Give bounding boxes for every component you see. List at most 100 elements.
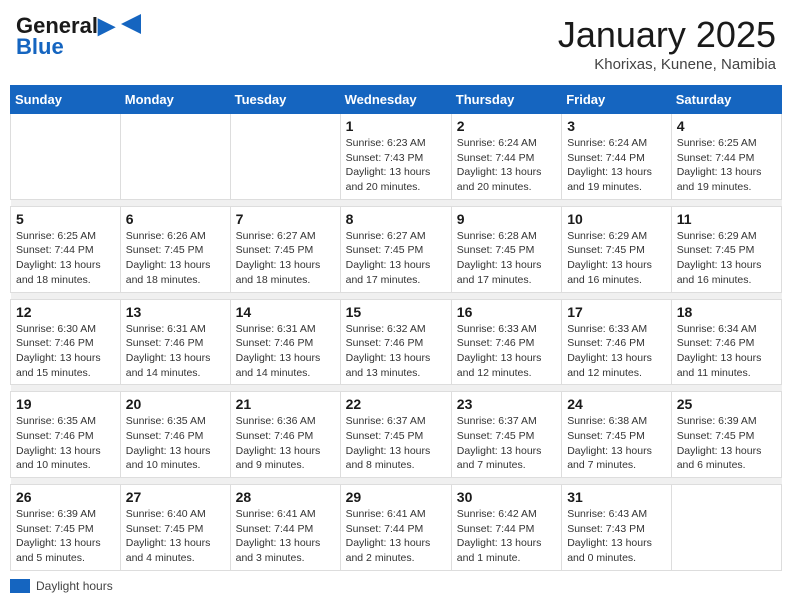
header-day-friday: Friday <box>562 86 672 114</box>
calendar-cell: 24 Sunrise: 6:38 AM Sunset: 7:45 PM Dayli… <box>562 392 672 478</box>
calendar-cell: 30Sunrise: 6:42 AM Sunset: 7:44 PM Dayli… <box>451 485 561 571</box>
calendar-cell: 28 Sunrise: 6:41 AM Sunset: 7:44 PM Dayli… <box>230 485 340 571</box>
day-info: Sunrise: 6:43 AM Sunset: 7:43 PM Dayligh… <box>567 507 666 566</box>
calendar-cell: 19Sunrise: 6:35 AM Sunset: 7:46 PM Dayli… <box>11 392 121 478</box>
day-number: 26 <box>16 489 115 505</box>
header-day-wednesday: Wednesday <box>340 86 451 114</box>
calendar-cell: 26 Sunrise: 6:39 AM Sunset: 7:45 PM Dayli… <box>11 485 121 571</box>
calendar-cell: 23 Sunrise: 6:37 AM Sunset: 7:45 PM Dayli… <box>451 392 561 478</box>
day-info: Sunrise: 6:31 AM Sunset: 7:46 PM Dayligh… <box>236 322 335 381</box>
day-number: 24 <box>567 396 666 412</box>
week-row-5: 26 Sunrise: 6:39 AM Sunset: 7:45 PM Dayli… <box>11 485 782 571</box>
calendar-cell: 29Sunrise: 6:41 AM Sunset: 7:44 PM Dayli… <box>340 485 451 571</box>
header-day-saturday: Saturday <box>671 86 781 114</box>
day-number: 23 <box>457 396 556 412</box>
logo: General▶ Blue <box>16 14 145 60</box>
day-info: Sunrise: 6:39 AM Sunset: 7:45 PM Dayligh… <box>16 507 115 566</box>
day-number: 17 <box>567 304 666 320</box>
week-spacer <box>11 199 782 206</box>
day-number: 9 <box>457 211 556 227</box>
day-info: Sunrise: 6:31 AM Sunset: 7:46 PM Dayligh… <box>126 322 225 381</box>
calendar-cell <box>671 485 781 571</box>
calendar-cell: 10 Sunrise: 6:29 AM Sunset: 7:45 PM Dayli… <box>562 206 672 292</box>
calendar-cell: 11 Sunrise: 6:29 AM Sunset: 7:45 PM Dayli… <box>671 206 781 292</box>
day-number: 10 <box>567 211 666 227</box>
calendar-subtitle: Khorixas, Kunene, Namibia <box>558 56 776 73</box>
day-number: 13 <box>126 304 225 320</box>
day-number: 14 <box>236 304 335 320</box>
calendar-cell: 4 Sunrise: 6:25 AM Sunset: 7:44 PM Daylig… <box>671 114 781 200</box>
calendar-cell: 3 Sunrise: 6:24 AM Sunset: 7:44 PM Daylig… <box>562 114 672 200</box>
calendar-cell: 15Sunrise: 6:32 AM Sunset: 7:46 PM Dayli… <box>340 299 451 385</box>
day-info: Sunrise: 6:24 AM Sunset: 7:44 PM Dayligh… <box>567 136 666 195</box>
calendar-cell: 17 Sunrise: 6:33 AM Sunset: 7:46 PM Dayli… <box>562 299 672 385</box>
calendar-cell: 21 Sunrise: 6:36 AM Sunset: 7:46 PM Dayli… <box>230 392 340 478</box>
calendar-cell: 6 Sunrise: 6:26 AM Sunset: 7:45 PM Daylig… <box>120 206 230 292</box>
day-number: 12 <box>16 304 115 320</box>
day-info: Sunrise: 6:35 AM Sunset: 7:46 PM Dayligh… <box>126 414 225 473</box>
week-row-1: 1 Sunrise: 6:23 AM Sunset: 7:43 PM Daylig… <box>11 114 782 200</box>
legend: Daylight hours <box>10 579 782 593</box>
week-row-2: 5 Sunrise: 6:25 AM Sunset: 7:44 PM Daylig… <box>11 206 782 292</box>
day-info: Sunrise: 6:25 AM Sunset: 7:44 PM Dayligh… <box>677 136 776 195</box>
calendar-body: 1 Sunrise: 6:23 AM Sunset: 7:43 PM Daylig… <box>11 114 782 571</box>
calendar-cell: 9 Sunrise: 6:28 AM Sunset: 7:45 PM Daylig… <box>451 206 561 292</box>
day-number: 8 <box>346 211 446 227</box>
day-number: 19 <box>16 396 115 412</box>
day-info: Sunrise: 6:42 AM Sunset: 7:44 PM Dayligh… <box>457 507 556 566</box>
header-day-monday: Monday <box>120 86 230 114</box>
day-number: 2 <box>457 118 556 134</box>
page-header: General▶ Blue January 2025 Khorixas, Kun… <box>10 10 782 77</box>
header-day-thursday: Thursday <box>451 86 561 114</box>
day-number: 4 <box>677 118 776 134</box>
day-info: Sunrise: 6:25 AM Sunset: 7:44 PM Dayligh… <box>16 229 115 288</box>
calendar-cell: 20Sunrise: 6:35 AM Sunset: 7:46 PM Dayli… <box>120 392 230 478</box>
day-info: Sunrise: 6:28 AM Sunset: 7:45 PM Dayligh… <box>457 229 556 288</box>
day-number: 22 <box>346 396 446 412</box>
header-day-tuesday: Tuesday <box>230 86 340 114</box>
day-info: Sunrise: 6:29 AM Sunset: 7:45 PM Dayligh… <box>567 229 666 288</box>
calendar-cell: 1 Sunrise: 6:23 AM Sunset: 7:43 PM Daylig… <box>340 114 451 200</box>
calendar-cell: 18Sunrise: 6:34 AM Sunset: 7:46 PM Dayli… <box>671 299 781 385</box>
day-info: Sunrise: 6:27 AM Sunset: 7:45 PM Dayligh… <box>346 229 446 288</box>
day-info: Sunrise: 6:38 AM Sunset: 7:45 PM Dayligh… <box>567 414 666 473</box>
day-number: 11 <box>677 211 776 227</box>
calendar-cell: 2 Sunrise: 6:24 AM Sunset: 7:44 PM Daylig… <box>451 114 561 200</box>
day-info: Sunrise: 6:24 AM Sunset: 7:44 PM Dayligh… <box>457 136 556 195</box>
week-spacer <box>11 478 782 485</box>
day-info: Sunrise: 6:29 AM Sunset: 7:45 PM Dayligh… <box>677 229 776 288</box>
day-info: Sunrise: 6:36 AM Sunset: 7:46 PM Dayligh… <box>236 414 335 473</box>
day-info: Sunrise: 6:32 AM Sunset: 7:46 PM Dayligh… <box>346 322 446 381</box>
day-number: 21 <box>236 396 335 412</box>
day-number: 6 <box>126 211 225 227</box>
day-info: Sunrise: 6:37 AM Sunset: 7:45 PM Dayligh… <box>457 414 556 473</box>
calendar-cell: 5 Sunrise: 6:25 AM Sunset: 7:44 PM Daylig… <box>11 206 121 292</box>
calendar-cell: 13 Sunrise: 6:31 AM Sunset: 7:46 PM Dayli… <box>120 299 230 385</box>
calendar-cell: 16Sunrise: 6:33 AM Sunset: 7:46 PM Dayli… <box>451 299 561 385</box>
day-number: 5 <box>16 211 115 227</box>
header-day-sunday: Sunday <box>11 86 121 114</box>
calendar-cell: 22Sunrise: 6:37 AM Sunset: 7:45 PM Dayli… <box>340 392 451 478</box>
calendar-cell: 14 Sunrise: 6:31 AM Sunset: 7:46 PM Dayli… <box>230 299 340 385</box>
day-number: 31 <box>567 489 666 505</box>
calendar-cell: 31 Sunrise: 6:43 AM Sunset: 7:43 PM Dayli… <box>562 485 672 571</box>
day-number: 18 <box>677 304 776 320</box>
day-info: Sunrise: 6:41 AM Sunset: 7:44 PM Dayligh… <box>236 507 335 566</box>
day-number: 3 <box>567 118 666 134</box>
day-number: 1 <box>346 118 446 134</box>
day-info: Sunrise: 6:26 AM Sunset: 7:45 PM Dayligh… <box>126 229 225 288</box>
header-row: SundayMondayTuesdayWednesdayThursdayFrid… <box>11 86 782 114</box>
day-number: 29 <box>346 489 446 505</box>
calendar-cell: 27Sunrise: 6:40 AM Sunset: 7:45 PM Dayli… <box>120 485 230 571</box>
day-number: 25 <box>677 396 776 412</box>
week-row-3: 12Sunrise: 6:30 AM Sunset: 7:46 PM Dayli… <box>11 299 782 385</box>
legend-label: Daylight hours <box>36 579 113 593</box>
logo-icon <box>117 10 145 38</box>
calendar-header: SundayMondayTuesdayWednesdayThursdayFrid… <box>11 86 782 114</box>
day-info: Sunrise: 6:23 AM Sunset: 7:43 PM Dayligh… <box>346 136 446 195</box>
day-number: 28 <box>236 489 335 505</box>
day-number: 7 <box>236 211 335 227</box>
calendar-cell: 25Sunrise: 6:39 AM Sunset: 7:45 PM Dayli… <box>671 392 781 478</box>
day-info: Sunrise: 6:33 AM Sunset: 7:46 PM Dayligh… <box>567 322 666 381</box>
legend-color-box <box>10 579 30 593</box>
